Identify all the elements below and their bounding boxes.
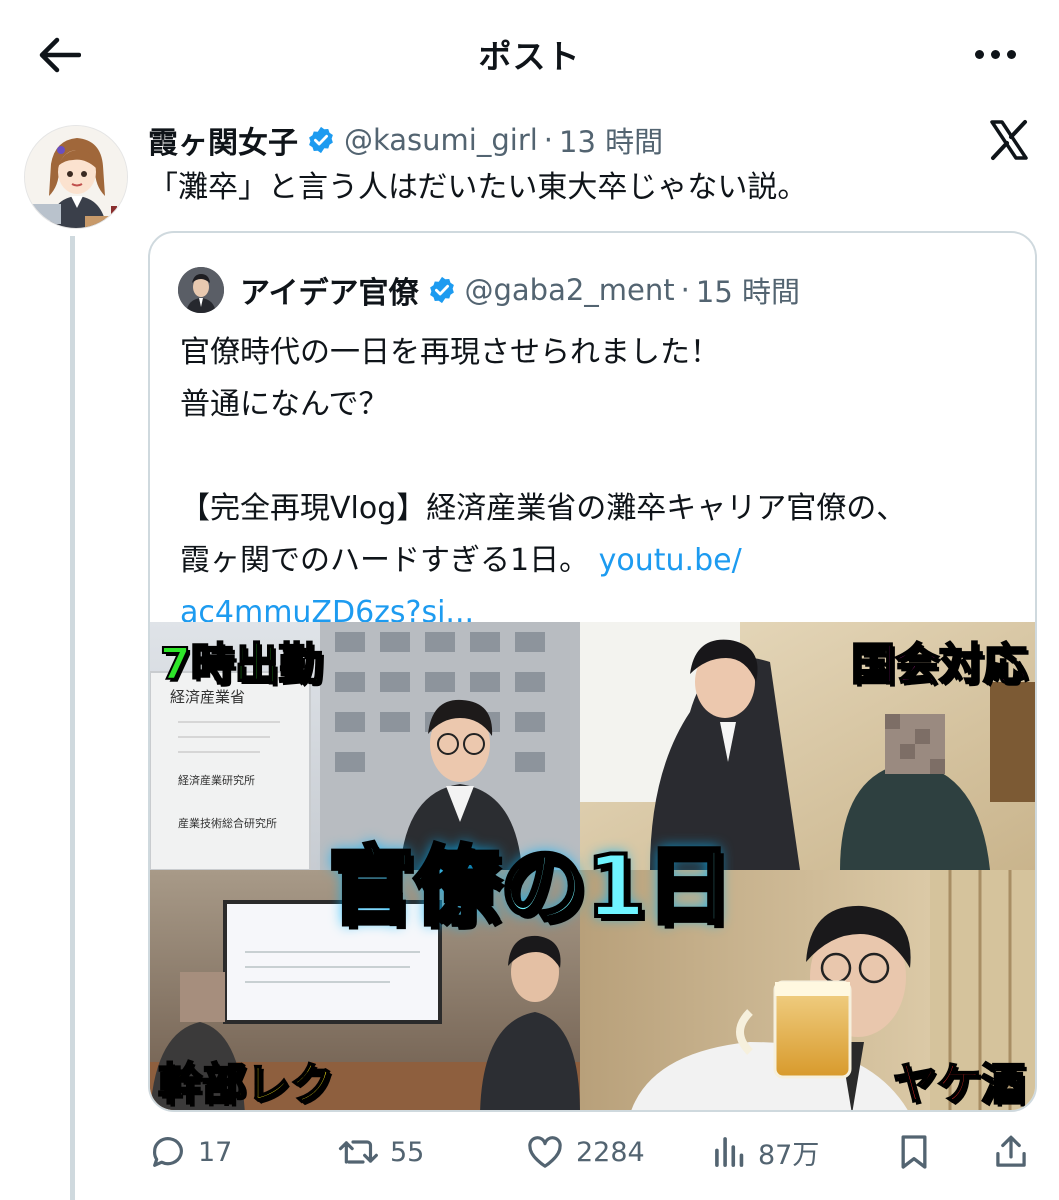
heart-icon bbox=[528, 1136, 562, 1168]
quoted-timestamp[interactable]: 15 時間 bbox=[696, 269, 800, 311]
sign-text: 経済産業研究所 bbox=[178, 773, 255, 787]
views-chart-icon bbox=[715, 1137, 744, 1167]
views-count: 87万 bbox=[758, 1139, 820, 1171]
author-display-name[interactable]: 霞ヶ関女子 bbox=[148, 118, 298, 162]
quoted-text-line: 霞ヶ関でのハードすぎる1日。 youtu.be/ bbox=[180, 543, 742, 578]
verified-badge-icon bbox=[309, 126, 333, 154]
sign-text: 産業技術総合研究所 bbox=[178, 816, 277, 830]
post-timestamp[interactable]: 13 時間 bbox=[559, 119, 663, 161]
views-button[interactable]: 87万 bbox=[712, 1128, 819, 1176]
quoted-text-line bbox=[180, 431, 1020, 483]
repost-button[interactable]: 55 bbox=[336, 1128, 424, 1176]
avatar[interactable] bbox=[24, 125, 128, 229]
quoted-link[interactable]: youtu.be/ bbox=[599, 543, 742, 578]
more-dots-icon bbox=[974, 49, 984, 59]
quoted-post-card[interactable]: アイデア官僚 @gaba2_ment · 15 時間 官僚時代の一日を再現させら… bbox=[148, 231, 1037, 1112]
meta-separator: · bbox=[543, 123, 554, 157]
like-button[interactable]: 2284 bbox=[524, 1128, 645, 1176]
quoted-text-line: 普通になんで？ bbox=[180, 387, 389, 422]
reply-button[interactable]: 17 bbox=[148, 1128, 232, 1176]
thumbnail-label-center: 官僚の1日 bbox=[326, 835, 734, 939]
quoted-author-row: アイデア官僚 @gaba2_ment · 15 時間 bbox=[240, 267, 800, 313]
repost-icon bbox=[338, 1140, 378, 1164]
reply-count: 17 bbox=[198, 1136, 233, 1168]
thumbnail-label-bottom-right: ヤケ酒 bbox=[892, 1058, 1026, 1110]
thumbnail-label-top-left: 7時出勤 bbox=[159, 638, 324, 691]
thumbnail-label-bottom-left: 幹部レク bbox=[157, 1058, 335, 1110]
quoted-handle[interactable]: @gaba2_ment bbox=[465, 273, 675, 307]
reply-icon bbox=[153, 1137, 183, 1167]
x-logo-icon bbox=[990, 120, 1028, 160]
share-icon bbox=[996, 1135, 1026, 1167]
post-author-row: 霞ヶ関女子 @kasumi_girl · 13 時間 bbox=[148, 118, 663, 162]
meta-separator: · bbox=[680, 273, 690, 307]
author-handle[interactable]: @kasumi_girl bbox=[344, 123, 538, 157]
video-thumbnail[interactable]: 経済産業省 経済産業研究所 産業技術総合研究所 7時出勤 国会対応 官僚の1日 … bbox=[150, 622, 1035, 1110]
top-bar: ポスト bbox=[0, 0, 1059, 108]
quoted-display-name[interactable]: アイデア官僚 bbox=[240, 268, 419, 312]
page-title: ポスト bbox=[478, 37, 581, 76]
quoted-text-line: 官僚時代の一日を再現させられました！ bbox=[180, 335, 720, 370]
action-bar: 17 55 2284 87万 bbox=[148, 1128, 1037, 1176]
thumbnail-label-top-right: 国会対応 bbox=[850, 638, 1028, 691]
quoted-text-line: 【完全再現Vlog】経済産業省の灘卒キャリア官僚の、 bbox=[180, 491, 907, 526]
bookmark-button[interactable] bbox=[896, 1128, 932, 1176]
repost-count: 55 bbox=[390, 1136, 425, 1168]
post-text: 「灘卒」と言う人はだいたい東大卒じゃない説。 bbox=[148, 170, 808, 205]
verified-badge-icon bbox=[429, 276, 454, 304]
thread-line bbox=[70, 236, 75, 1200]
quoted-text: 官僚時代の一日を再現させられました！ 普通になんで？ 【完全再現Vlog】経済産… bbox=[180, 327, 1020, 639]
quoted-avatar[interactable] bbox=[178, 267, 224, 313]
bookmark-icon bbox=[901, 1135, 927, 1169]
like-count: 2284 bbox=[576, 1136, 645, 1168]
more-options-button[interactable] bbox=[967, 34, 1023, 74]
share-button[interactable] bbox=[993, 1128, 1029, 1176]
